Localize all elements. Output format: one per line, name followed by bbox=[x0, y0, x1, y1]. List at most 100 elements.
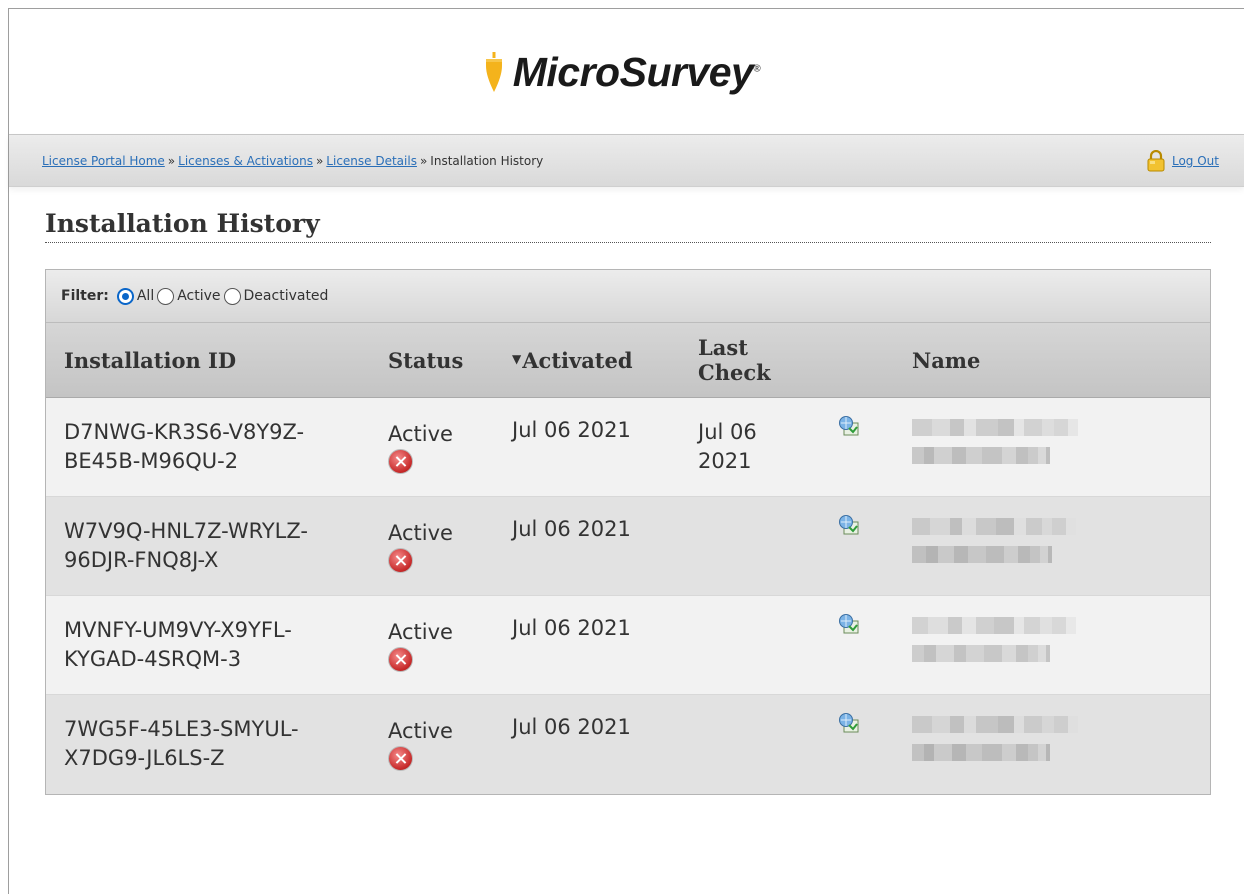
name-cell-redacted bbox=[912, 398, 1210, 475]
filter-label: Filter: bbox=[61, 288, 109, 304]
breadcrumb-separator: » bbox=[167, 153, 176, 168]
table-row: MVNFY-UM9VY-X9YFL- KYGAD-4SRQM-3 Active J… bbox=[46, 596, 1210, 695]
breadcrumb-bar: License Portal Home» Licenses & Activatio… bbox=[9, 135, 1244, 187]
activated-cell: Jul 06 2021 bbox=[512, 616, 631, 640]
redacted-name-line1 bbox=[912, 716, 1210, 733]
globe-rename-icon[interactable] bbox=[838, 712, 860, 734]
breadcrumb-licenses-activations[interactable]: Licenses & Activations bbox=[178, 154, 313, 168]
table-row: D7NWG-KR3S6-V8Y9Z- BE45B-M96QU-2 Active J… bbox=[46, 398, 1210, 497]
redacted-name-line2 bbox=[912, 447, 1210, 464]
icon-cell bbox=[838, 398, 912, 442]
status-text: Active bbox=[388, 719, 453, 743]
filter-option-all[interactable]: All bbox=[116, 287, 155, 305]
redacted-name-line1 bbox=[912, 617, 1210, 634]
logo-wordmark: MicroSurvey bbox=[512, 49, 754, 95]
header-activated-label: Activated bbox=[522, 347, 633, 373]
table-row: 7WG5F-45LE3-SMYUL- X7DG9-JL6LS-Z Active J… bbox=[46, 695, 1210, 794]
breadcrumb-license-portal-home[interactable]: License Portal Home bbox=[42, 154, 165, 168]
breadcrumb-current: Installation History bbox=[430, 153, 544, 168]
breadcrumb-separator: » bbox=[419, 153, 428, 168]
icon-cell bbox=[838, 695, 912, 739]
name-cell-redacted bbox=[912, 695, 1210, 772]
radio-all[interactable] bbox=[116, 287, 134, 305]
installation-id-cell: D7NWG-KR3S6-V8Y9Z- BE45B-M96QU-2 bbox=[46, 398, 388, 477]
header-installation-id[interactable]: Installation ID bbox=[46, 348, 388, 373]
header-last-check-line2: Check bbox=[698, 360, 771, 385]
plumb-bob-icon bbox=[485, 51, 502, 92]
header-status[interactable]: Status bbox=[388, 348, 512, 373]
status-text: Active bbox=[388, 521, 453, 545]
redacted-name-line1 bbox=[912, 419, 1210, 436]
redacted-name-line2 bbox=[912, 546, 1210, 563]
header-last-check[interactable]: Last Check bbox=[698, 335, 838, 385]
breadcrumb-license-details[interactable]: License Details bbox=[326, 154, 417, 168]
installation-id-line1: 7WG5F-45LE3-SMYUL- bbox=[64, 717, 299, 741]
redacted-name-line2 bbox=[912, 744, 1210, 761]
logout-area: Log Out bbox=[1146, 149, 1219, 172]
redacted-name-line2 bbox=[912, 645, 1210, 662]
installation-id-line2: KYGAD-4SRQM-3 bbox=[64, 647, 242, 672]
status-text: Active bbox=[388, 620, 453, 644]
installation-id-line1: MVNFY-UM9VY-X9YFL- bbox=[64, 618, 292, 642]
last-check-cell bbox=[698, 695, 838, 715]
table-body: D7NWG-KR3S6-V8Y9Z- BE45B-M96QU-2 Active J… bbox=[46, 398, 1210, 794]
installation-id-cell: 7WG5F-45LE3-SMYUL- X7DG9-JL6LS-Z bbox=[46, 695, 388, 774]
table-row: W7V9Q-HNL7Z-WRYLZ- 96DJR-FNQ8J-X Active J… bbox=[46, 497, 1210, 596]
installation-id-line1: W7V9Q-HNL7Z-WRYLZ- bbox=[64, 519, 308, 543]
logout-link[interactable]: Log Out bbox=[1172, 154, 1219, 168]
installation-grid: Filter: All Active Deactivated Installat… bbox=[45, 269, 1211, 795]
radio-deactivated[interactable] bbox=[223, 287, 241, 305]
last-check-cell: Jul 06 2021 bbox=[698, 398, 838, 477]
filter-option-all-label: All bbox=[136, 288, 155, 304]
sort-descending-icon: ▼ bbox=[512, 351, 522, 366]
installation-id-cell: W7V9Q-HNL7Z-WRYLZ- 96DJR-FNQ8J-X bbox=[46, 497, 388, 576]
deactivate-icon[interactable] bbox=[388, 548, 413, 573]
page-title: Installation History bbox=[45, 209, 1211, 243]
filter-option-active[interactable]: Active bbox=[157, 287, 221, 305]
status-cell: Active bbox=[388, 695, 512, 771]
installation-id-line2: BE45B-M96QU-2 bbox=[64, 449, 239, 474]
main-content: Installation History Filter: All Active … bbox=[9, 187, 1211, 795]
page-frame: MicroSurvey® License Portal Home» License… bbox=[8, 8, 1244, 894]
status-cell: Active bbox=[388, 497, 512, 573]
last-check-line2: 2021 bbox=[698, 449, 752, 474]
installation-id-line2: 96DJR-FNQ8J-X bbox=[64, 548, 219, 573]
header-activated[interactable]: ▼Activated bbox=[512, 348, 698, 373]
activated-cell: Jul 06 2021 bbox=[512, 517, 631, 541]
last-check-cell bbox=[698, 596, 838, 616]
microsurvey-logo[interactable]: MicroSurvey® bbox=[483, 49, 761, 96]
activated-cell: Jul 06 2021 bbox=[512, 715, 631, 739]
filter-bar: Filter: All Active Deactivated bbox=[46, 270, 1210, 323]
filter-option-deactivated[interactable]: Deactivated bbox=[223, 287, 329, 305]
header-name[interactable]: Name bbox=[912, 348, 1210, 373]
last-check-cell bbox=[698, 497, 838, 517]
icon-cell bbox=[838, 497, 912, 541]
table-header: Installation ID Status ▼Activated Last Ch… bbox=[46, 323, 1210, 398]
filter-option-deactivated-label: Deactivated bbox=[243, 288, 329, 304]
breadcrumb: License Portal Home» Licenses & Activatio… bbox=[42, 154, 543, 168]
status-cell: Active bbox=[388, 596, 512, 672]
radio-active[interactable] bbox=[157, 287, 175, 305]
redacted-name-line1 bbox=[912, 518, 1210, 535]
installation-id-cell: MVNFY-UM9VY-X9YFL- KYGAD-4SRQM-3 bbox=[46, 596, 388, 675]
site-header: MicroSurvey® bbox=[9, 9, 1244, 135]
filter-option-active-label: Active bbox=[177, 288, 221, 304]
name-cell-redacted bbox=[912, 596, 1210, 673]
name-cell-redacted bbox=[912, 497, 1210, 574]
activated-cell: Jul 06 2021 bbox=[512, 418, 631, 442]
registered-mark: ® bbox=[753, 63, 761, 75]
globe-rename-icon[interactable] bbox=[838, 613, 860, 635]
deactivate-icon[interactable] bbox=[388, 647, 413, 672]
status-cell: Active bbox=[388, 398, 512, 474]
globe-rename-icon[interactable] bbox=[838, 415, 860, 437]
globe-rename-icon[interactable] bbox=[838, 514, 860, 536]
padlock-icon[interactable] bbox=[1146, 149, 1166, 172]
header-last-check-line1: Last bbox=[698, 334, 748, 360]
installation-id-line2: X7DG9-JL6LS-Z bbox=[64, 746, 225, 771]
deactivate-icon[interactable] bbox=[388, 746, 413, 771]
installation-id-line1: D7NWG-KR3S6-V8Y9Z- bbox=[64, 420, 305, 444]
last-check-line1: Jul 06 bbox=[698, 420, 757, 444]
deactivate-icon[interactable] bbox=[388, 449, 413, 474]
icon-cell bbox=[838, 596, 912, 640]
breadcrumb-separator: » bbox=[315, 153, 324, 168]
